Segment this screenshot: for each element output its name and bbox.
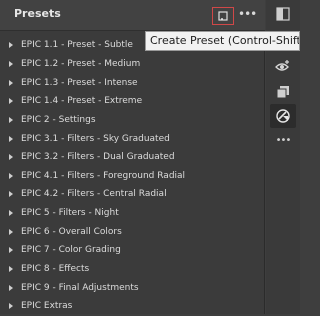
- presets-icon[interactable]: [275, 108, 291, 124]
- preset-group-label: EPIC 1.1 - Preset - Subtle: [21, 40, 133, 51]
- preset-group-label: EPIC 2 - Settings: [21, 114, 96, 125]
- preset-group-label: EPIC Extras: [21, 301, 73, 312]
- chevron-right-icon[interactable]: [9, 79, 13, 86]
- preset-group[interactable]: EPIC 2 - Settings: [0, 111, 265, 130]
- preset-group[interactable]: EPIC 1.2 - Preset - Medium: [0, 55, 265, 74]
- chevron-right-icon[interactable]: [9, 98, 13, 105]
- preset-group-label: EPIC 4.2 - Filters - Central Radial: [21, 189, 167, 200]
- panel-header: Presets •••: [0, 0, 265, 31]
- chevron-right-icon[interactable]: [9, 116, 13, 123]
- preset-group[interactable]: EPIC 7 - Color Grading: [0, 241, 265, 260]
- chevron-right-icon[interactable]: [9, 191, 13, 198]
- more-tools-dots: •••: [275, 134, 292, 146]
- presets-panel: Presets ••• Create Preset (Control-Shift…: [0, 0, 300, 316]
- preset-group-label: EPIC 7 - Color Grading: [21, 245, 121, 256]
- copy-layers-icon[interactable]: [275, 84, 291, 100]
- more-options-button[interactable]: •••: [238, 5, 257, 23]
- preset-group-label: EPIC 8 - Effects: [21, 264, 90, 274]
- new-preset-icon: [218, 11, 228, 21]
- preset-group-label: EPIC 3.2 - Filters - Dual Graduated: [21, 152, 175, 163]
- chevron-right-icon[interactable]: [9, 228, 13, 235]
- preset-group[interactable]: EPIC 1.4 - Preset - Extreme: [0, 92, 265, 111]
- preset-group-label: EPIC 1.4 - Preset - Extreme: [21, 96, 143, 107]
- preset-group[interactable]: EPIC 3.2 - Filters - Dual Graduated: [0, 148, 265, 167]
- chevron-right-icon[interactable]: [9, 266, 13, 272]
- preset-group[interactable]: EPIC 6 - Overall Colors: [0, 222, 265, 241]
- chevron-right-icon[interactable]: [9, 210, 13, 217]
- create-preset-button[interactable]: [212, 7, 234, 25]
- panel-layout-icon[interactable]: [275, 6, 291, 22]
- preset-list: EPIC 1.1 - Preset - Subtle EPIC 1.2 - Pr…: [0, 36, 265, 316]
- preset-group[interactable]: EPIC 4.1 - Filters - Foreground Radial: [0, 166, 265, 185]
- preset-group[interactable]: EPIC 1.3 - Preset - Intense: [0, 73, 265, 92]
- preset-group-label: EPIC 3.1 - Filters - Sky Graduated: [21, 133, 170, 144]
- chevron-right-icon[interactable]: [9, 42, 13, 49]
- chevron-right-icon[interactable]: [9, 135, 13, 142]
- chevron-right-icon[interactable]: [9, 247, 13, 254]
- preset-group[interactable]: EPIC 8 - Effects: [0, 260, 265, 279]
- preset-group[interactable]: EPIC 4.2 - Filters - Central Radial: [0, 185, 265, 204]
- create-preset-tooltip: Create Preset (Control-Shift-P): [145, 31, 300, 51]
- preset-group-label: EPIC 1.3 - Preset - Intense: [21, 77, 138, 88]
- chevron-right-icon[interactable]: [9, 172, 13, 179]
- preset-group[interactable]: EPIC 3.1 - Filters - Sky Graduated: [0, 129, 265, 148]
- chevron-right-icon[interactable]: [9, 154, 13, 161]
- preset-group-label: EPIC 6 - Overall Colors: [21, 226, 122, 237]
- panel-title: Presets: [14, 7, 61, 20]
- preset-group[interactable]: EPIC 5 - Filters - Night: [0, 204, 265, 223]
- more-tools-icon[interactable]: •••: [275, 132, 292, 148]
- preset-group-label: EPIC 5 - Filters - Night: [21, 208, 119, 219]
- more-dots-icon: •••: [238, 7, 257, 21]
- preset-group-label: EPIC 9 - Final Adjustments: [21, 282, 139, 293]
- preset-group[interactable]: EPIC Extras: [0, 297, 265, 316]
- chevron-right-icon[interactable]: [9, 303, 13, 310]
- add-visibility-icon[interactable]: [275, 58, 291, 74]
- chevron-right-icon[interactable]: [9, 60, 13, 67]
- chevron-right-icon[interactable]: [9, 284, 13, 291]
- preset-group-label: EPIC 1.2 - Preset - Medium: [21, 58, 141, 69]
- preset-group[interactable]: EPIC 9 - Final Adjustments: [0, 278, 265, 297]
- preset-group-label: EPIC 4.1 - Filters - Foreground Radial: [21, 170, 186, 181]
